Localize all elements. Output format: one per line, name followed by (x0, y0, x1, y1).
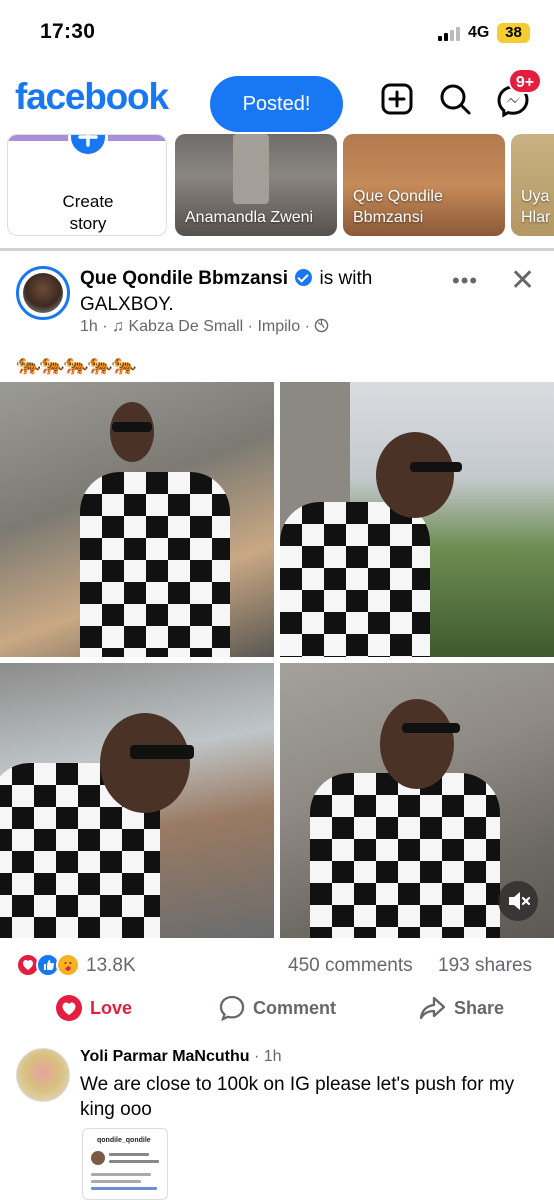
globe-icon (314, 318, 329, 335)
create-post-icon[interactable] (380, 82, 414, 116)
facebook-logo[interactable]: facebook (15, 76, 169, 118)
speaker-muted-icon (509, 892, 531, 910)
shirt-pattern (310, 773, 500, 938)
care-reaction-icon (56, 953, 80, 977)
sunglasses (130, 745, 194, 759)
meta-dot: · (304, 318, 310, 335)
comment-label: Comment (253, 998, 337, 1018)
story-card[interactable]: Uya Hlar (511, 134, 554, 236)
create-story-label-line1: Create (62, 192, 114, 211)
shares-count[interactable]: 193 shares (438, 955, 532, 977)
reaction-count[interactable]: 13.8K (86, 955, 136, 977)
comments-count[interactable]: 450 comments (288, 955, 413, 977)
status-time: 17:30 (40, 20, 96, 43)
create-story-label: Create story (8, 191, 166, 235)
tagged-name[interactable]: GALXBOY (80, 294, 168, 315)
share-label: Share (454, 998, 505, 1018)
love-label: Love (90, 998, 133, 1018)
comment-text: We are close to 100k on IG please let's … (80, 1074, 515, 1120)
search-icon[interactable] (438, 82, 472, 116)
comment-header: Yoli Parmar MaNcuthu · 1h (80, 1048, 282, 1066)
person-head (380, 699, 454, 789)
attachment-line (109, 1160, 159, 1163)
music-note-icon: ♫ (112, 318, 125, 335)
network-type: 4G (468, 24, 490, 41)
top-bar: facebook Posted! (0, 64, 554, 134)
close-icon[interactable]: ✕ (510, 266, 535, 296)
with-text: is with (319, 268, 373, 289)
battery-icon: 38 (497, 23, 530, 43)
person-head (376, 432, 454, 518)
story-author: Que Qondile Bbmzansi (353, 188, 443, 226)
sunglasses (112, 422, 152, 432)
share-icon (419, 996, 446, 1020)
attachment-username: qondile_qondile (97, 1137, 151, 1144)
attachment-line (91, 1187, 157, 1190)
verified-badge-icon (295, 269, 313, 286)
music-song[interactable]: Impilo (257, 318, 300, 335)
music-artist[interactable]: Kabza De Small (128, 318, 243, 335)
shirt-pattern (280, 502, 430, 657)
shirt-pattern (80, 472, 230, 657)
commenter-name[interactable]: Yoli Parmar MaNcuthu (80, 1048, 250, 1065)
mute-button[interactable] (498, 881, 538, 921)
meta-dot: · (247, 318, 253, 335)
title-period: . (168, 294, 174, 315)
story-author: Uya Hlar (521, 188, 551, 226)
meta-dot: · (102, 318, 113, 335)
story-card[interactable]: Anamandla Zweni (175, 134, 337, 236)
sunglasses (402, 723, 460, 733)
signal-icon (438, 26, 462, 41)
post-meta: 1h · ♫ Kabza De Small · Impilo · (80, 318, 329, 336)
post-photo[interactable] (0, 663, 274, 938)
attachment-avatar (91, 1151, 105, 1165)
person-head (100, 713, 190, 813)
create-story-label-line2: story (69, 214, 107, 233)
post-photo[interactable] (0, 382, 274, 657)
story-figure (233, 134, 269, 204)
commenter-avatar[interactable] (16, 1048, 70, 1102)
comment-time: 1h (263, 1048, 282, 1065)
author-name[interactable]: Que Qondile Bbmzansi (80, 268, 288, 289)
sunglasses (410, 462, 462, 472)
avatar-image (23, 273, 63, 313)
post-actions: Love Comment Share (0, 986, 554, 1028)
story-card[interactable]: Que Qondile Bbmzansi (343, 134, 505, 236)
comment-time-dot: · (253, 1048, 264, 1065)
story-author: Anamandla Zweni (185, 209, 314, 226)
author-avatar[interactable] (16, 266, 70, 320)
comment-attachment-image[interactable]: qondile_qondile (82, 1128, 168, 1200)
post-caption: 🐅🐅🐅🐅🐅 (16, 354, 137, 376)
person-head (110, 402, 154, 462)
create-story-card[interactable]: Create story (7, 134, 167, 236)
stories-tray: Create story Anamandla Zweni Que Qondile… (0, 134, 554, 246)
attachment-line (91, 1173, 151, 1176)
attachment-line (109, 1153, 149, 1156)
messenger-badge: 9+ (508, 68, 542, 94)
more-options-icon[interactable]: ••• (452, 268, 478, 294)
plus-icon (68, 135, 108, 157)
post-photo[interactable] (280, 382, 554, 657)
comment-icon (219, 995, 245, 1022)
attachment-line (91, 1180, 141, 1183)
love-icon (56, 995, 82, 1021)
feed-divider (0, 248, 554, 251)
status-bar: 17:30 4G 38 (0, 0, 554, 64)
post-title: Que Qondile Bbmzansi is with GALXBOY. (80, 266, 440, 318)
posted-toast[interactable]: Posted! (210, 76, 343, 132)
post-time: 1h (80, 318, 98, 335)
